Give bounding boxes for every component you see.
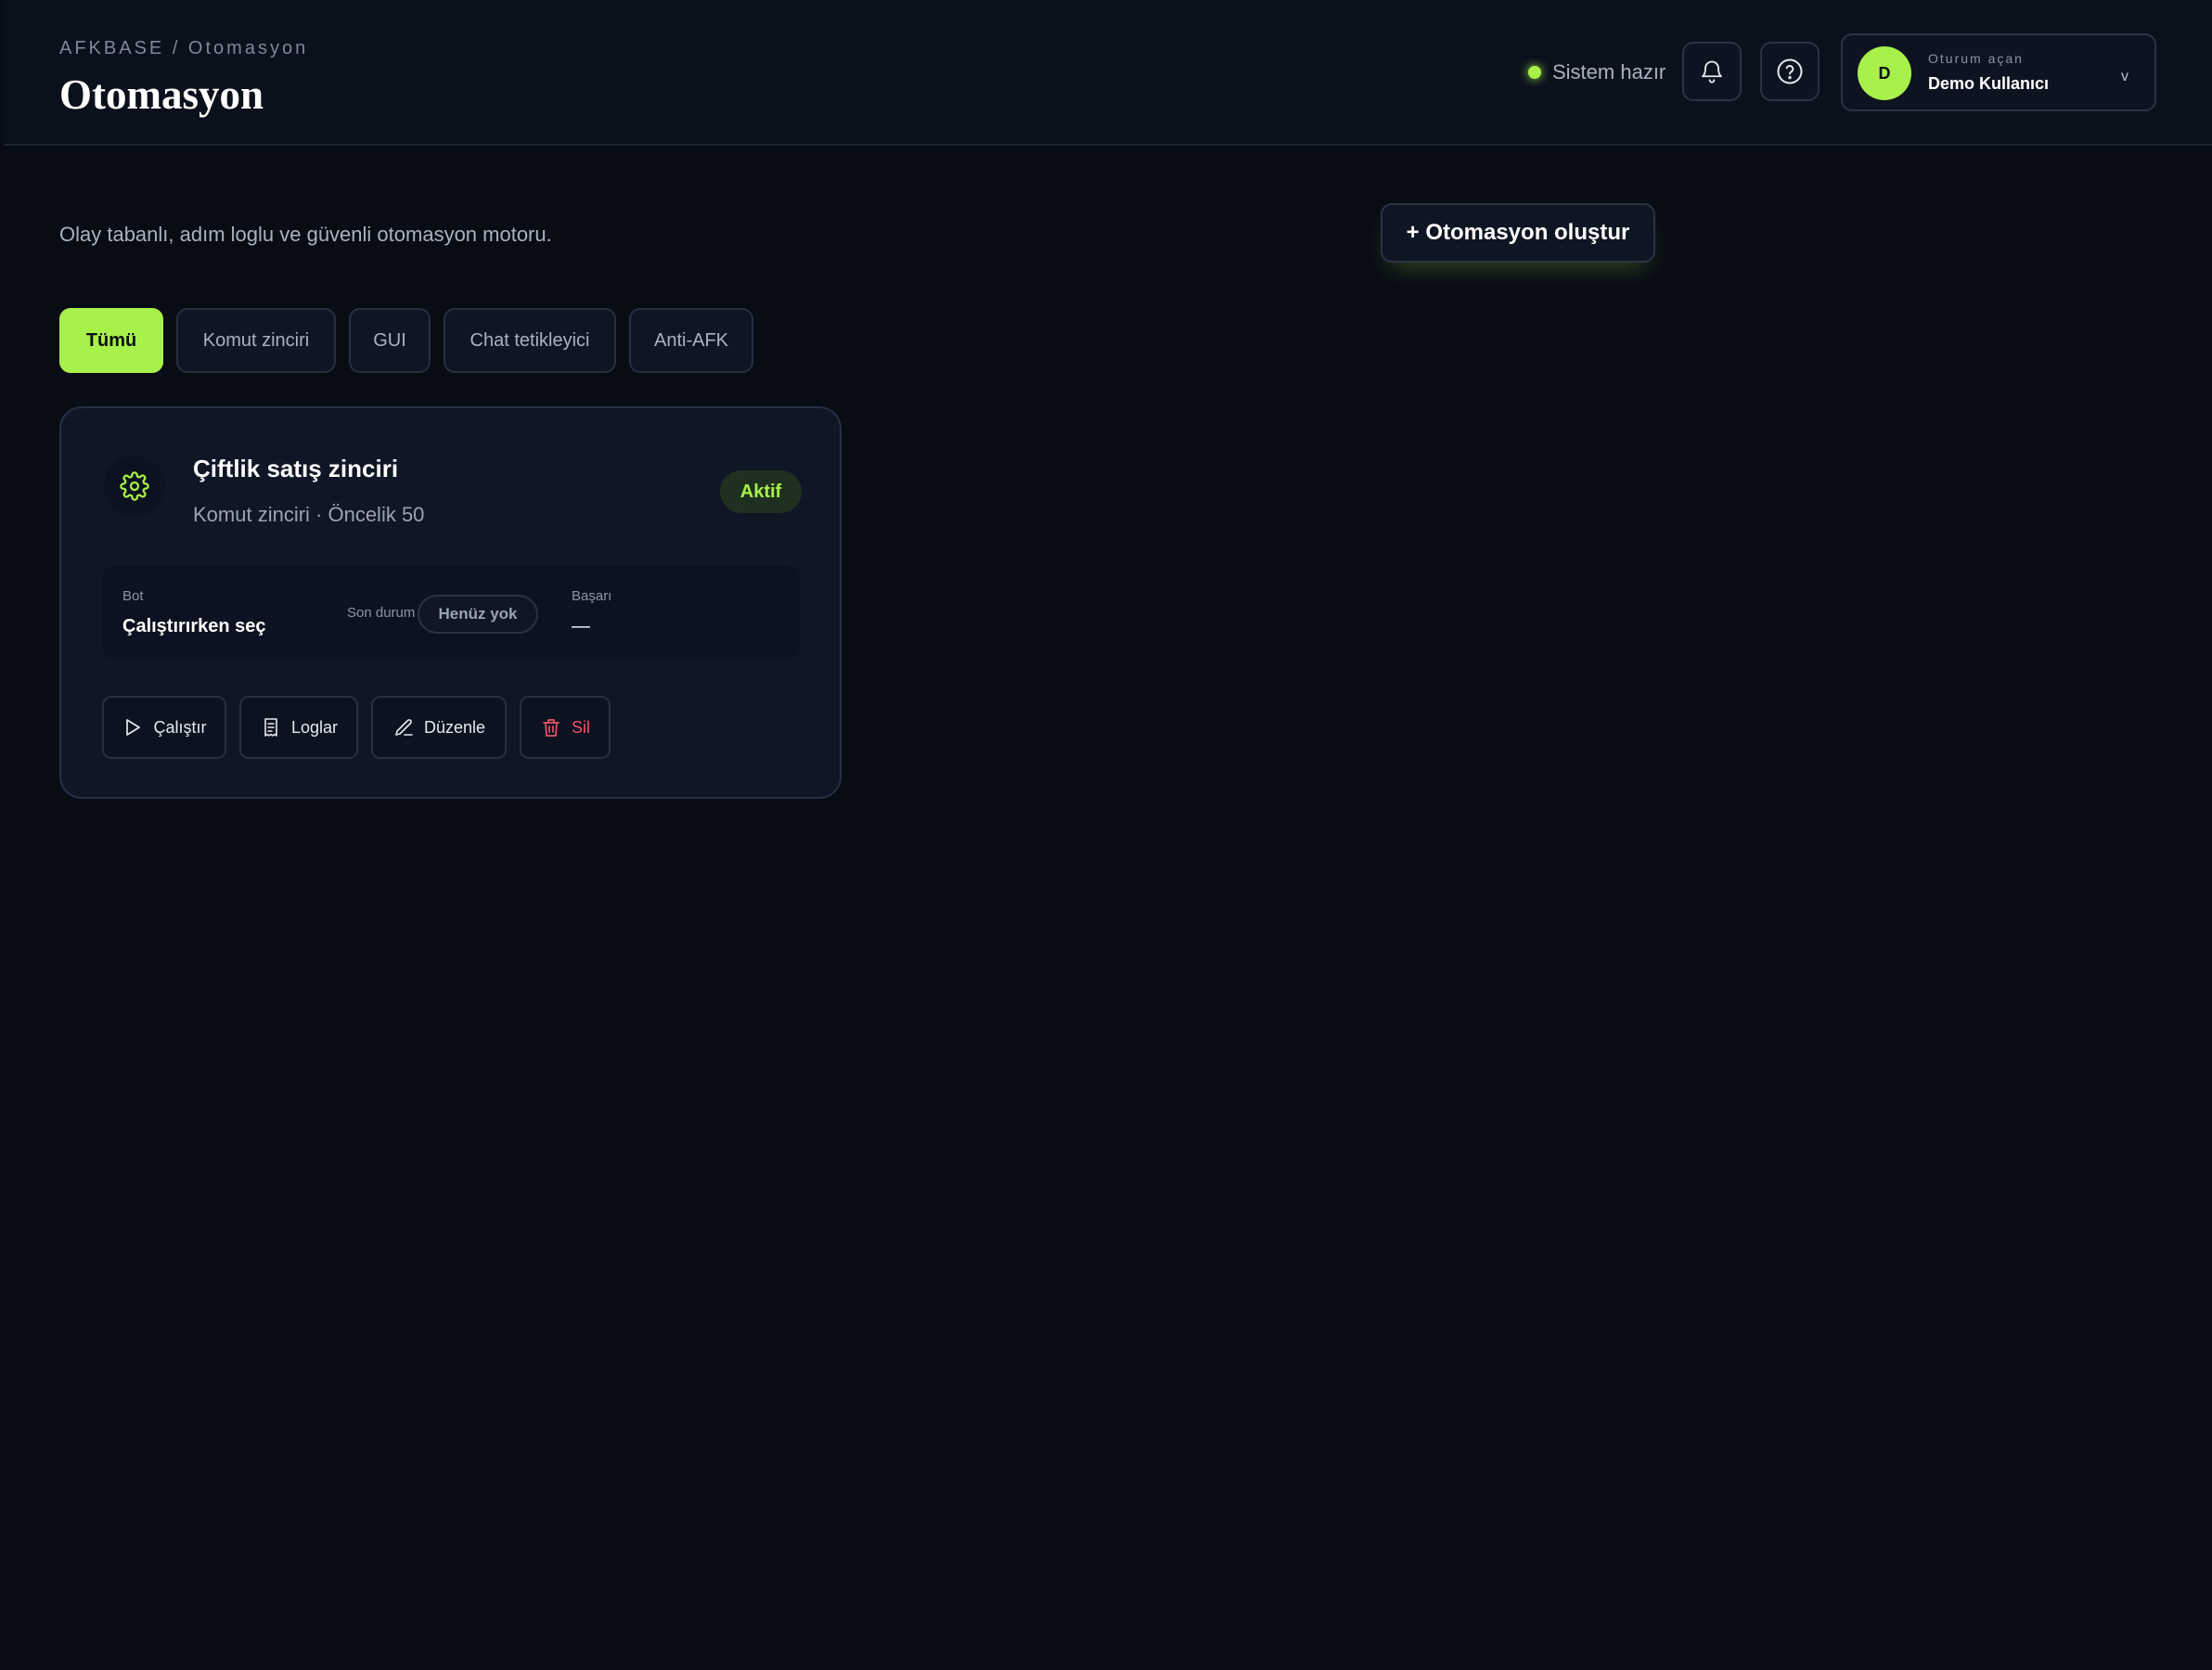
automation-meta: Komut zinciri · Öncelik 50 (193, 503, 425, 526)
tab-chat-trigger[interactable]: Chat tetikleyici (444, 308, 616, 373)
run-label: Çalıştır (153, 717, 207, 737)
bell-icon (1699, 58, 1725, 84)
logs-button[interactable]: Loglar (239, 696, 358, 759)
avatar: D (1858, 46, 1911, 100)
help-button[interactable] (1760, 42, 1820, 101)
logs-label: Loglar (290, 717, 339, 737)
play-icon (122, 716, 144, 739)
edit-button[interactable]: Düzenle (371, 696, 507, 759)
user-name: Demo Kullanıcı (1928, 74, 2050, 93)
log-icon (260, 716, 282, 739)
automation-title: Çiftlik satış zinciri (193, 455, 399, 482)
user-menu[interactable]: D Oturum açan Demo Kullanıcı v (1841, 33, 2156, 111)
page-title: Otomasyon (59, 71, 264, 118)
bot-value: Çalıştırırken seç (122, 616, 266, 636)
edit-label: Düzenle (423, 717, 486, 737)
delete-button[interactable]: Sil (520, 696, 611, 759)
status-dot-icon (1528, 66, 1541, 79)
automation-card: Çiftlik satış zinciri Komut zinciri · Ön… (59, 406, 842, 799)
last-status-pill: Henüz yok (418, 595, 538, 634)
notifications-button[interactable] (1682, 42, 1742, 101)
tab-command-chain[interactable]: Komut zinciri (176, 308, 336, 373)
success-label: Başarı (572, 588, 612, 604)
bot-label: Bot (122, 588, 144, 604)
success-value: — (572, 616, 590, 636)
page-subtitle: Olay tabanlı, adım loglu ve güvenli otom… (59, 223, 552, 246)
help-icon (1776, 58, 1804, 85)
top-bar: AFKBASE / Otomasyon Otomasyon Sistem haz… (4, 0, 2212, 146)
chevron-down-icon: v (2121, 69, 2128, 84)
breadcrumb[interactable]: AFKBASE / Otomasyon (59, 38, 308, 59)
system-status: Sistem hazır (1528, 58, 1665, 86)
automation-info-panel: Bot Çalıştırırken seç Son durum Henüz yo… (102, 566, 800, 659)
delete-label: Sil (571, 717, 590, 737)
tab-all[interactable]: Tümü (59, 308, 163, 373)
gear-icon (104, 456, 165, 517)
last-status-label: Son durum (347, 605, 416, 621)
create-automation-button[interactable]: + Otomasyon oluştur (1381, 203, 1655, 263)
run-button[interactable]: Çalıştır (102, 696, 226, 759)
user-caption: Oturum açan (1928, 51, 2024, 66)
status-text: Sistem hazır (1552, 60, 1666, 84)
trash-icon (540, 716, 562, 739)
tab-anti-afk[interactable]: Anti-AFK (629, 308, 753, 373)
status-badge: Aktif (720, 470, 802, 513)
tab-gui[interactable]: GUI (349, 308, 431, 373)
pencil-icon (392, 716, 415, 739)
